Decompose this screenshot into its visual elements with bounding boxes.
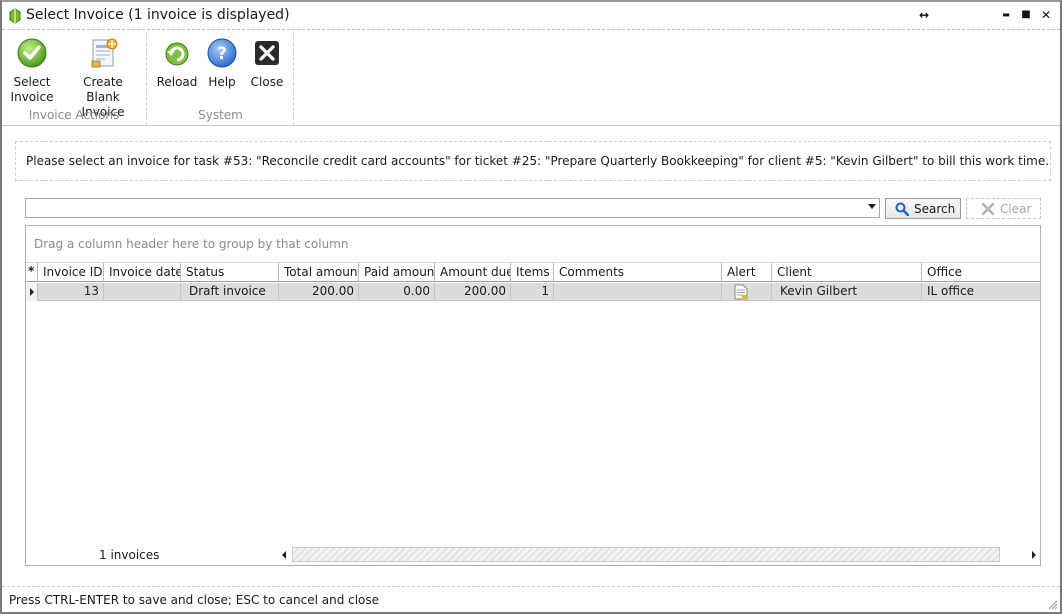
search-input[interactable] bbox=[25, 198, 880, 218]
maximize-button[interactable]: ■ bbox=[1016, 6, 1036, 24]
column-header-status[interactable]: Status bbox=[181, 263, 279, 282]
close-button[interactable]: Close bbox=[248, 37, 286, 90]
column-header-alert[interactable]: Alert bbox=[722, 263, 772, 282]
record-count: 1 invoices bbox=[99, 548, 160, 562]
reload-label: Reload bbox=[156, 75, 198, 89]
select-invoice-window: Select Invoice (1 invoice is displayed) … bbox=[0, 0, 1062, 614]
column-header-items[interactable]: Items bbox=[511, 263, 554, 282]
restore-size-button[interactable]: ↔ bbox=[914, 6, 934, 24]
column-header-invoice-id[interactable]: Invoice ID bbox=[38, 263, 104, 282]
invoice-grid: Drag a column header here to group by th… bbox=[25, 225, 1041, 566]
check-icon bbox=[17, 38, 47, 68]
reload-button[interactable]: Reload bbox=[156, 37, 198, 90]
select-invoice-label: Select Invoice bbox=[10, 75, 54, 104]
chevron-down-icon[interactable] bbox=[868, 204, 876, 209]
help-label: Help bbox=[208, 75, 236, 89]
cell-comments[interactable] bbox=[554, 283, 722, 301]
cell-invoice-date[interactable] bbox=[104, 283, 181, 301]
close-window-button[interactable]: ✕ bbox=[1036, 6, 1056, 24]
resize-grip-icon[interactable] bbox=[1046, 598, 1058, 610]
status-bar: Press CTRL-ENTER to save and close; ESC … bbox=[2, 586, 1060, 612]
horizontal-scrollbar[interactable] bbox=[278, 546, 1040, 564]
column-header-office[interactable]: Office bbox=[922, 263, 1040, 282]
close-label: Close bbox=[250, 75, 284, 89]
cell-amount-due[interactable]: 200.00 bbox=[435, 283, 511, 301]
close-icon bbox=[255, 41, 279, 65]
cell-alert[interactable] bbox=[722, 283, 772, 301]
select-invoice-button[interactable]: Select Invoice bbox=[10, 37, 54, 105]
column-header-comments[interactable]: Comments bbox=[554, 263, 722, 282]
title-bar: Select Invoice (1 invoice is displayed) … bbox=[2, 2, 1060, 30]
new-row-marker: * bbox=[26, 263, 38, 282]
column-header-paid-amount[interactable]: Paid amount bbox=[359, 263, 435, 282]
cell-items[interactable]: 1 bbox=[511, 283, 554, 301]
row-indicator bbox=[26, 283, 38, 301]
cell-status[interactable]: Draft invoice bbox=[181, 283, 279, 301]
clear-button[interactable]: Clear bbox=[966, 198, 1041, 219]
cell-client[interactable]: Kevin Gilbert bbox=[772, 283, 922, 301]
search-icon bbox=[895, 202, 909, 216]
row-pointer-icon bbox=[30, 288, 34, 296]
table-row[interactable]: 13 Draft invoice 200.00 0.00 200.00 1 Ke… bbox=[26, 283, 1040, 301]
instruction-message: Please select an invoice for task #53: "… bbox=[15, 141, 1051, 181]
scrollbar-track[interactable] bbox=[292, 547, 1000, 562]
svg-text:?: ? bbox=[217, 44, 227, 64]
app-icon bbox=[9, 8, 21, 24]
scroll-right-icon[interactable] bbox=[1032, 551, 1036, 559]
window-title: Select Invoice (1 invoice is displayed) bbox=[26, 7, 290, 23]
scroll-left-icon[interactable] bbox=[282, 551, 286, 559]
cell-invoice-id[interactable]: 13 bbox=[38, 283, 104, 301]
help-button[interactable]: ? Help bbox=[204, 37, 240, 90]
blank-invoice-icon bbox=[91, 38, 118, 68]
group-by-panel[interactable]: Drag a column header here to group by th… bbox=[26, 226, 1040, 263]
clear-icon bbox=[981, 202, 995, 216]
ribbon-toolbar: Select Invoice Create Blank Invoice Invo… bbox=[2, 31, 1060, 126]
search-button-label: Search bbox=[914, 202, 956, 216]
cell-paid-amount[interactable]: 0.00 bbox=[359, 283, 435, 301]
help-icon: ? bbox=[207, 38, 237, 68]
column-header-amount-due[interactable]: Amount due bbox=[435, 263, 511, 282]
invoice-actions-caption: Invoice Actions bbox=[28, 108, 120, 122]
document-icon bbox=[734, 284, 748, 300]
minimize-button[interactable]: ▬ bbox=[996, 6, 1016, 24]
cell-total-amount[interactable]: 200.00 bbox=[279, 283, 359, 301]
reload-icon bbox=[165, 42, 189, 66]
grid-header-row: * Invoice ID Invoice date Status Total a… bbox=[26, 263, 1040, 282]
cell-office[interactable]: IL office bbox=[922, 283, 1040, 301]
column-header-invoice-date[interactable]: Invoice date bbox=[104, 263, 181, 282]
column-header-client[interactable]: Client bbox=[772, 263, 922, 282]
clear-button-label: Clear bbox=[1000, 202, 1032, 216]
invoice-actions-group: Select Invoice Create Blank Invoice Invo… bbox=[2, 33, 147, 125]
status-bar-text: Press CTRL-ENTER to save and close; ESC … bbox=[9, 593, 380, 607]
search-button[interactable]: Search bbox=[885, 198, 961, 219]
system-group: Reload ? Help Close System bbox=[148, 33, 294, 125]
column-header-total-amount[interactable]: Total amount bbox=[279, 263, 359, 282]
system-caption: System bbox=[198, 108, 243, 122]
